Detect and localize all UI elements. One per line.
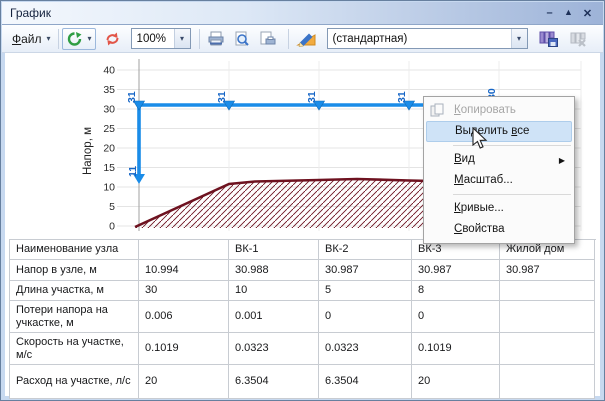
- table-cell: [500, 333, 595, 365]
- svg-text:10: 10: [103, 182, 115, 194]
- menu-item-properties[interactable]: Свойства: [424, 219, 574, 240]
- export-dropdown-button[interactable]: ▾: [62, 28, 96, 50]
- file-menu-label: Файл: [12, 32, 42, 46]
- row-label: Наименование узла: [10, 240, 139, 260]
- window-title: График: [10, 6, 51, 20]
- export-refresh-icon: [66, 31, 83, 47]
- svg-text:30: 30: [103, 104, 115, 116]
- table-cell: 0.001: [229, 301, 319, 333]
- svg-text:31: 31: [126, 91, 138, 103]
- window-controls: – ▲ ✕: [540, 7, 597, 20]
- table-cell: 0.0323: [229, 333, 319, 365]
- row-label: Напор в узле, м: [10, 260, 139, 281]
- svg-text:5: 5: [109, 201, 115, 213]
- menu-item-curves[interactable]: Кривые...: [424, 198, 574, 219]
- refresh-button[interactable]: [100, 28, 125, 50]
- table-cell: [500, 365, 595, 399]
- table-cell: 0.0323: [319, 333, 412, 365]
- titlebar: График – ▲ ✕: [2, 2, 603, 25]
- table-cell: 30.988: [229, 260, 319, 281]
- rollup-button[interactable]: ▲: [559, 7, 578, 20]
- table-cell: 6.3504: [319, 365, 412, 399]
- y-axis-title: Напор, м: [82, 127, 94, 175]
- graph-window: График – ▲ ✕ Файл ▾ ▾: [0, 0, 605, 401]
- table-cell: ВК-1: [229, 240, 319, 260]
- table-cell: 0: [319, 301, 412, 333]
- menu-item-scale[interactable]: Масштаб...: [424, 170, 574, 191]
- print-preview-icon: [233, 31, 250, 47]
- svg-text:40: 40: [103, 65, 115, 77]
- svg-text:0: 0: [109, 221, 115, 233]
- row-label: Расход на участке, л/с: [10, 365, 139, 399]
- design-chart-button[interactable]: [292, 28, 321, 50]
- table-cell: 20: [412, 365, 500, 399]
- page-setup-button[interactable]: [254, 28, 280, 50]
- chevron-down-icon[interactable]: ▾: [174, 29, 190, 48]
- svg-text:20: 20: [103, 143, 115, 155]
- table-cell: 0.006: [139, 301, 229, 333]
- table-cell: 20: [139, 365, 229, 399]
- delete-template-icon: [569, 30, 588, 47]
- toolbar-separator: [199, 29, 200, 49]
- svg-text:35: 35: [103, 84, 115, 96]
- table-cell: 10: [229, 281, 319, 301]
- save-template-icon: [539, 30, 558, 47]
- table-cell: 8: [412, 281, 500, 301]
- submenu-arrow-icon: ▶: [559, 150, 565, 171]
- template-combobox[interactable]: (стандартная) ▾: [327, 28, 528, 49]
- table-cell: 6.3504: [229, 365, 319, 399]
- svg-text:11: 11: [127, 166, 139, 177]
- file-menu-button[interactable]: Файл ▾: [8, 28, 55, 50]
- menu-item-view[interactable]: Вид ▶: [424, 149, 574, 170]
- zoom-value: 100%: [132, 33, 174, 45]
- menu-item-select-all[interactable]: Выделить все: [426, 121, 572, 142]
- print-button[interactable]: [203, 28, 229, 50]
- toolbar-separator: [288, 29, 289, 49]
- table-cell: [500, 281, 595, 301]
- svg-text:31: 31: [216, 91, 228, 103]
- context-menu: Копировать Выделить все Вид ▶ Масштаб...…: [423, 96, 575, 244]
- template-value: (стандартная): [328, 33, 511, 45]
- table-cell: 0.1019: [139, 333, 229, 365]
- toolbar-separator: [58, 29, 59, 49]
- table-cell: [500, 301, 595, 333]
- chevron-down-icon: ▾: [88, 34, 92, 43]
- zoom-combobox[interactable]: 100% ▾: [131, 28, 191, 49]
- print-preview-button[interactable]: [229, 28, 254, 50]
- table-cell: 30.987: [412, 260, 500, 281]
- toolbar: Файл ▾ ▾ 100% ▾: [2, 25, 603, 53]
- menu-item-copy[interactable]: Копировать: [424, 100, 574, 121]
- menu-separator: [453, 194, 571, 195]
- svg-text:25: 25: [103, 123, 115, 135]
- table-cell: 30.987: [319, 260, 412, 281]
- table-cell: ВК-2: [319, 240, 412, 260]
- refresh-icon: [104, 31, 121, 47]
- copy-icon: [430, 103, 445, 118]
- row-label: Потери напора на учкастке, м: [10, 301, 139, 333]
- chevron-down-icon[interactable]: ▾: [511, 29, 527, 48]
- svg-text:31: 31: [396, 91, 408, 103]
- results-table: Наименование узла ВК-1 ВК-2 ВК-3 Жилой д…: [9, 239, 596, 399]
- row-label: Длина участка, м: [10, 281, 139, 301]
- minimize-button[interactable]: –: [540, 7, 559, 20]
- svg-text:31: 31: [306, 91, 318, 103]
- save-template-button[interactable]: [535, 28, 562, 50]
- table-cell: [139, 240, 229, 260]
- chevron-down-icon: ▾: [47, 34, 51, 43]
- pencil-icon: [296, 30, 317, 47]
- delete-template-button[interactable]: [565, 28, 592, 50]
- page-setup-icon: [258, 31, 276, 47]
- row-label: Скорость на участке, м/с: [10, 333, 139, 365]
- close-button[interactable]: ✕: [578, 7, 597, 20]
- table-cell: 30: [139, 281, 229, 301]
- table-cell: 30.987: [500, 260, 595, 281]
- svg-text:15: 15: [103, 162, 115, 174]
- mouse-cursor-icon: [469, 127, 491, 151]
- y-tick-labels: 40 35 30 25 20 15 10 5 0: [103, 65, 115, 233]
- table-cell: 0: [412, 301, 500, 333]
- printer-icon: [207, 31, 225, 47]
- table-cell: 10.994: [139, 260, 229, 281]
- table-cell: 5: [319, 281, 412, 301]
- table-cell: 0.1019: [412, 333, 500, 365]
